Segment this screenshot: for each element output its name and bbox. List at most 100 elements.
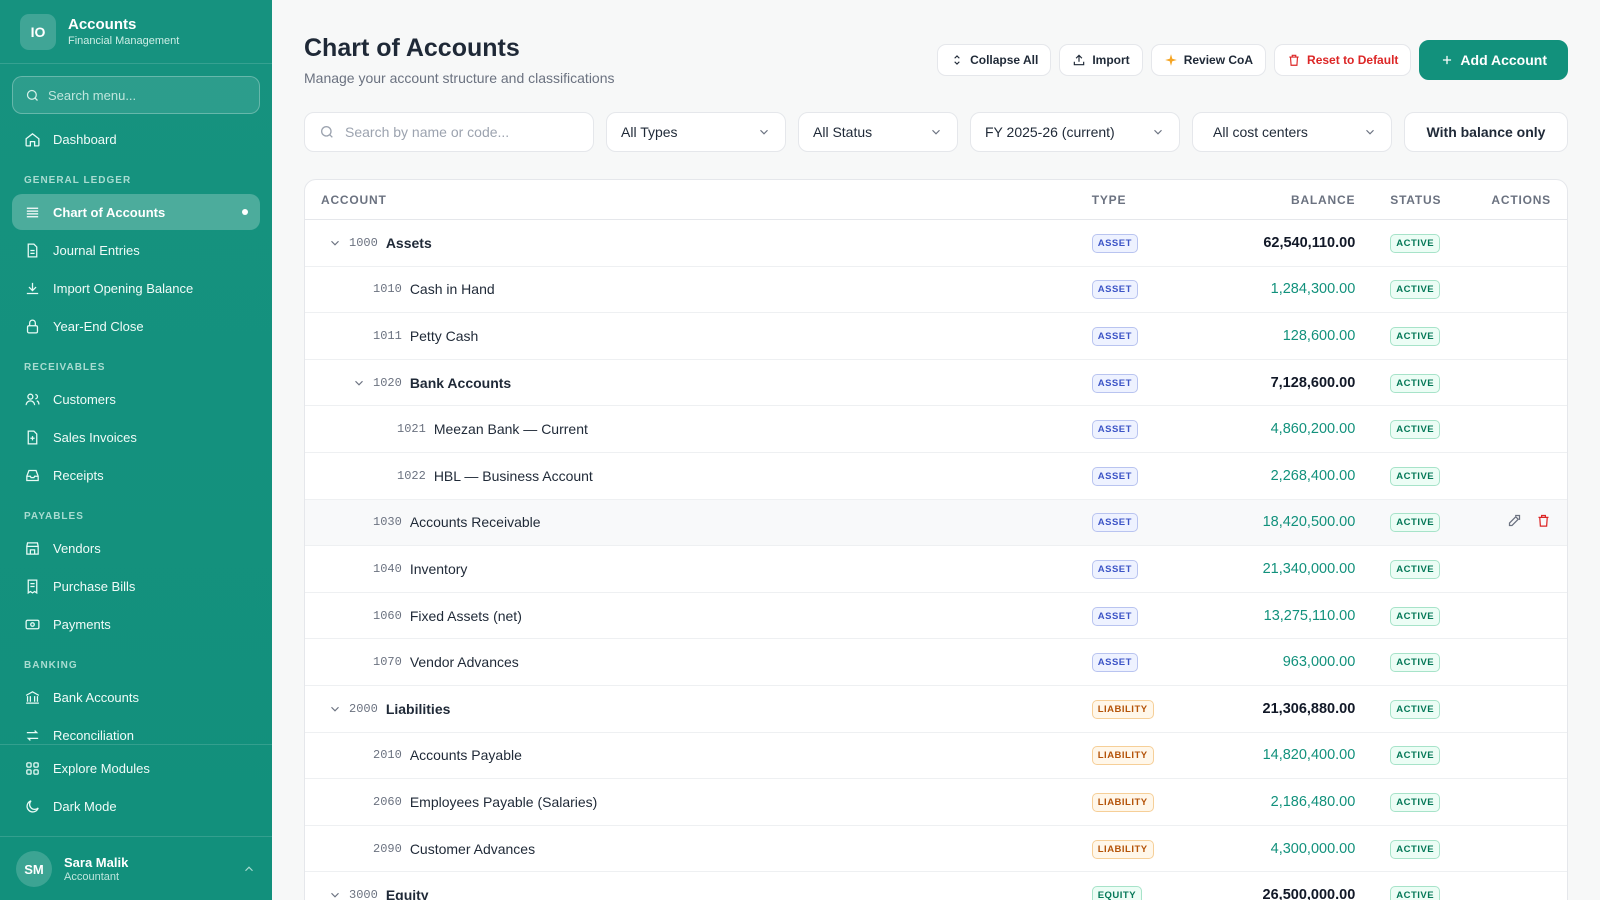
- account-code: 2010: [373, 748, 402, 763]
- chevron-down-icon[interactable]: [321, 702, 349, 716]
- account-balance: 21,306,880.00: [1262, 700, 1356, 717]
- account-code: 2090: [373, 841, 402, 856]
- sidebar-item-sales-invoices[interactable]: Sales Invoices: [12, 419, 260, 455]
- fiscal-year-value: FY 2025-26 (current): [985, 124, 1115, 140]
- collapse-all-button[interactable]: Collapse All: [937, 44, 1052, 76]
- table-row[interactable]: 1010 Cash in Hand ASSET 1,284,300.00 ACT…: [305, 267, 1567, 314]
- account-code: 2000: [349, 701, 378, 716]
- page-subtitle: Manage your account structure and classi…: [304, 70, 615, 86]
- edit-icon[interactable]: [1507, 513, 1522, 528]
- table-row[interactable]: 1011 Petty Cash ASSET 128,600.00 ACTIVE: [305, 313, 1567, 360]
- table-row[interactable]: 1040 Inventory ASSET 21,340,000.00 ACTIV…: [305, 546, 1567, 593]
- table-row[interactable]: 3000 Equity EQUITY 26,500,000.00 ACTIVE: [305, 872, 1567, 900]
- sidebar-item-explore-modules[interactable]: Explore Modules: [12, 750, 260, 786]
- cost-center-select[interactable]: All cost centers: [1192, 112, 1392, 152]
- add-account-button[interactable]: Add Account: [1419, 40, 1568, 80]
- import-button[interactable]: Import: [1059, 44, 1143, 76]
- sidebar-item-year-end-close[interactable]: Year-End Close: [12, 308, 260, 344]
- account-code: 1021: [397, 422, 426, 437]
- fiscal-year-select[interactable]: FY 2025-26 (current): [970, 112, 1180, 152]
- account-name: Assets: [385, 234, 432, 251]
- account-name: HBL — Business Account: [433, 467, 593, 484]
- sidebar-item-label: Customers: [53, 391, 116, 407]
- header-account: ACCOUNT: [321, 192, 387, 207]
- user-name: Sara Malik: [64, 855, 129, 870]
- chevron-up-icon: [245, 866, 253, 872]
- status-badge: ACTIVE: [1390, 513, 1441, 533]
- menu-search-input[interactable]: Search menu...: [12, 76, 260, 114]
- account-name: Fixed Assets (net): [409, 607, 522, 624]
- table-row[interactable]: 2060 Employees Payable (Salaries) LIABIL…: [305, 779, 1567, 826]
- account-code: 1010: [373, 282, 402, 297]
- sidebar-item-label: Bank Accounts: [53, 689, 139, 705]
- sidebar-item-dashboard[interactable]: Dashboard: [12, 121, 260, 157]
- sidebar-item-vendors[interactable]: Vendors: [12, 530, 260, 566]
- with-balance-only-toggle[interactable]: With balance only: [1404, 112, 1568, 152]
- status-badge: ACTIVE: [1390, 420, 1441, 440]
- sidebar-item-receipts[interactable]: Receipts: [12, 457, 260, 493]
- table-row[interactable]: 1000 Assets ASSET 62,540,110.00 ACTIVE: [305, 220, 1567, 267]
- reset-to-default-button[interactable]: Reset to Default: [1274, 44, 1412, 76]
- account-balance: 963,000.00: [1282, 654, 1356, 671]
- type-select[interactable]: All Types: [606, 112, 786, 152]
- sidebar-item-import-opening-balance[interactable]: Import Opening Balance: [12, 270, 260, 306]
- sidebar-item-payments[interactable]: Payments: [12, 606, 260, 642]
- user-profile[interactable]: SM Sara Malik Accountant: [16, 850, 256, 888]
- account-balance: 14,820,400.00: [1262, 747, 1356, 764]
- account-balance: 4,300,000.00: [1270, 840, 1356, 857]
- sidebar-item-label: Year-End Close: [53, 318, 144, 334]
- type-badge: ASSET: [1091, 326, 1138, 346]
- type-badge: ASSET: [1091, 513, 1138, 533]
- type-badge: LIABILITY: [1091, 839, 1154, 859]
- chevron-down-icon[interactable]: [321, 236, 349, 250]
- search-icon: [321, 126, 333, 138]
- table-row[interactable]: 1060 Fixed Assets (net) ASSET 13,275,110…: [305, 593, 1567, 640]
- table-row[interactable]: 2090 Customer Advances LIABILITY 4,300,0…: [305, 826, 1567, 873]
- sidebar-item-customers[interactable]: Customers: [12, 381, 260, 417]
- status-badge: ACTIVE: [1390, 699, 1441, 719]
- sidebar: IO Accounts Financial Management Search …: [0, 0, 272, 900]
- table-row[interactable]: 2000 Liabilities LIABILITY 21,306,880.00…: [305, 686, 1567, 733]
- delete-icon[interactable]: [1536, 513, 1551, 528]
- status-badge: ACTIVE: [1390, 653, 1441, 673]
- chevron-down-icon: [1366, 129, 1374, 135]
- account-search-input[interactable]: Search by name or code...: [304, 112, 594, 152]
- review-coa-button[interactable]: Review CoA: [1150, 44, 1267, 76]
- review-coa-label: Review CoA: [1183, 53, 1254, 67]
- table-row[interactable]: 1021 Meezan Bank — Current ASSET 4,860,2…: [305, 406, 1567, 453]
- sidebar-bottom: Explore Modules Dark Mode: [12, 750, 260, 826]
- sidebar-item-bank-accounts[interactable]: Bank Accounts: [12, 679, 260, 715]
- sidebar-item-label: Chart of Accounts: [53, 204, 166, 220]
- account-code: 1030: [373, 515, 402, 530]
- table-row[interactable]: 1070 Vendor Advances ASSET 963,000.00 AC…: [305, 639, 1567, 686]
- table-row[interactable]: 1030 Accounts Receivable ASSET 18,420,50…: [305, 499, 1567, 547]
- sidebar-item-chart-of-accounts[interactable]: Chart of Accounts: [12, 194, 260, 230]
- account-balance: 62,540,110.00: [1263, 234, 1356, 251]
- account-code: 1011: [373, 328, 402, 343]
- sidebar-nav: Dashboard GENERAL LEDGER Chart of Accoun…: [12, 121, 260, 745]
- account-name: Equity: [385, 887, 429, 900]
- account-balance: 2,268,400.00: [1270, 467, 1356, 484]
- table-row[interactable]: 1022 HBL — Business Account ASSET 2,268,…: [305, 453, 1567, 500]
- table-header: ACCOUNT TYPE BALANCE STATUS ACTIONS: [305, 180, 1567, 220]
- chevron-down-icon[interactable]: [321, 888, 349, 900]
- sidebar-item-dark-mode[interactable]: Dark Mode: [12, 788, 260, 824]
- sidebar-item-reconciliation[interactable]: Reconciliation: [12, 717, 260, 745]
- sidebar-item-purchase-bills[interactable]: Purchase Bills: [12, 568, 260, 604]
- account-name: Customer Advances: [409, 840, 536, 857]
- chevron-down-icon[interactable]: [345, 376, 373, 390]
- chevron-down-icon: [1154, 129, 1162, 135]
- table-row[interactable]: 2010 Accounts Payable LIABILITY 14,820,4…: [305, 733, 1567, 780]
- status-select[interactable]: All Status: [798, 112, 958, 152]
- type-badge: ASSET: [1091, 466, 1138, 486]
- type-badge: LIABILITY: [1091, 792, 1154, 812]
- account-code: 1060: [373, 608, 402, 623]
- lock-icon: [26, 319, 39, 334]
- sidebar-item-journal-entries[interactable]: Journal Entries: [12, 232, 260, 268]
- chevron-down-icon: [760, 129, 768, 135]
- bank-icon: [25, 690, 40, 704]
- table-row[interactable]: 1020 Bank Accounts ASSET 7,128,600.00 AC…: [305, 360, 1567, 407]
- add-account-label: Add Account: [1460, 52, 1547, 68]
- moon-icon: [26, 799, 39, 813]
- with-balance-label: With balance only: [1426, 124, 1546, 140]
